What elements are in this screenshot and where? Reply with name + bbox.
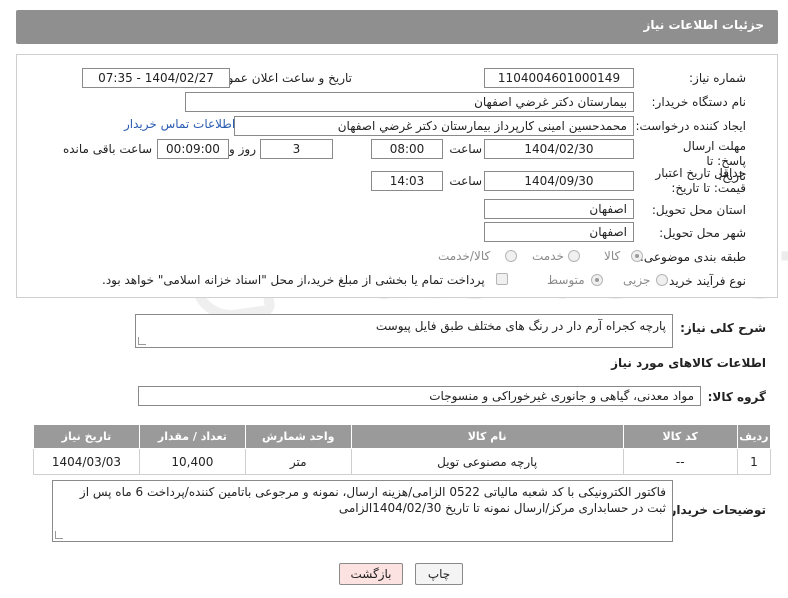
goods-section-title: اطلاعات کالاهای مورد نیاز: [611, 356, 766, 370]
cell-row-number: 1: [736, 448, 772, 475]
buyer-notes-label: توضیحات خریدار:: [664, 503, 766, 517]
goods-table-header: ردیف کد کالا نام کالا واحد شمارش تعداد /…: [33, 424, 772, 449]
col-header-quantity: تعداد / مقدار: [138, 424, 246, 449]
price-validity-time-field: 14:03: [371, 171, 443, 191]
cell-quantity: 10,400: [138, 448, 246, 475]
goods-group-label: گروه کالا:: [707, 390, 766, 404]
col-header-goods-code: کد کالا: [622, 424, 738, 449]
deadline-time-label: ساعت: [449, 142, 482, 156]
days-label: روز و: [229, 142, 256, 156]
print-button[interactable]: چاپ: [415, 563, 463, 585]
purchase-option-minor: جزیی: [623, 273, 651, 287]
need-number-label: شماره نیاز:: [689, 71, 746, 85]
treasury-payment-note: پرداخت تمام یا بخشی از مبلغ خرید،از محل …: [102, 273, 485, 287]
goods-group-field: مواد معدنی، گیاهی و جانوری غیرخوراکی و م…: [138, 386, 701, 406]
need-number-field: 1104004601000149: [484, 68, 634, 88]
buyer-org-field: بیمارستان دکتر غرضي اصفهان: [185, 92, 634, 112]
page-header: جزئیات اطلاعات نیاز: [16, 10, 778, 44]
delivery-city-label: شهر محل تحویل:: [659, 226, 746, 240]
creator-label: ایجاد کننده درخواست:: [635, 119, 746, 133]
purchase-radio-medium[interactable]: [591, 274, 603, 286]
resize-grip-icon[interactable]: [55, 531, 63, 539]
category-radio-service[interactable]: [568, 250, 580, 262]
purchase-type-label: نوع فرآیند خرید :: [661, 274, 746, 288]
buyer-org-label: نام دستگاه خریدار:: [651, 95, 747, 109]
category-label: طبقه بندی موضوعی:: [639, 250, 746, 264]
buyer-notes-text: فاکتور الکترونیکی با کد شعبه مالیاتی 052…: [79, 485, 666, 515]
remaining-time-field: 00:09:00: [157, 139, 229, 159]
table-row: 1 -- پارچه مصنوعی تویل متر 10,400 1404/0…: [33, 448, 772, 475]
cell-need-date: 1404/03/03: [33, 448, 140, 475]
category-option-service: خدمت: [532, 249, 564, 263]
deadline-date-field: 1404/02/30: [484, 139, 634, 159]
col-header-need-date: تاریخ نیاز: [33, 424, 140, 449]
category-radio-goods-service[interactable]: [505, 250, 517, 262]
col-header-goods-name: نام کالا: [350, 424, 624, 449]
purchase-radio-minor[interactable]: [656, 274, 668, 286]
price-validity-label: حداقل تاریخ اعتبار قیمت: تا تاریخ:: [655, 166, 746, 195]
category-option-goods-service: کالا/خدمت: [438, 249, 491, 263]
resize-grip-icon[interactable]: [138, 337, 146, 345]
page-title: جزئیات اطلاعات نیاز: [643, 18, 764, 32]
announce-datetime-field: 1404/02/27 - 07:35: [82, 68, 230, 88]
deadline-time-field: 08:00: [371, 139, 443, 159]
description-label: شرح کلی نیاز:: [680, 321, 766, 335]
cell-unit: متر: [244, 448, 352, 475]
col-header-unit: واحد شمارش: [244, 424, 352, 449]
category-option-goods: کالا: [604, 249, 621, 263]
description-text: پارچه کجراه آرم دار در رنگ های مختلف طبق…: [375, 319, 666, 333]
contact-info-link[interactable]: اطلاعات تماس خریدار: [124, 117, 235, 131]
days-field: 3: [260, 139, 333, 159]
cell-goods-name: پارچه مصنوعی تویل: [350, 448, 624, 475]
cell-goods-code: --: [622, 448, 738, 475]
goods-table: ردیف کد کالا نام کالا واحد شمارش تعداد /…: [33, 424, 772, 475]
back-button[interactable]: بازگشت: [339, 563, 403, 585]
price-validity-date-field: 1404/09/30: [484, 171, 634, 191]
description-textarea[interactable]: پارچه کجراه آرم دار در رنگ های مختلف طبق…: [135, 314, 673, 348]
treasury-payment-checkbox[interactable]: [496, 273, 508, 285]
delivery-province-label: استان محل تحویل:: [651, 203, 746, 217]
remaining-time-label: ساعت باقی مانده: [62, 142, 152, 156]
price-validity-time-label: ساعت: [449, 174, 482, 188]
delivery-city-field: اصفهان: [484, 222, 634, 242]
delivery-province-field: اصفهان: [484, 199, 634, 219]
creator-field: محمدحسین امینی کارپرداز بیمارستان دکتر غ…: [234, 116, 634, 136]
category-radio-goods[interactable]: [631, 250, 643, 262]
purchase-option-medium: متوسط: [547, 273, 585, 287]
col-header-row-number: ردیف: [736, 424, 772, 449]
buyer-notes-textarea[interactable]: فاکتور الکترونیکی با کد شعبه مالیاتی 052…: [52, 480, 673, 542]
